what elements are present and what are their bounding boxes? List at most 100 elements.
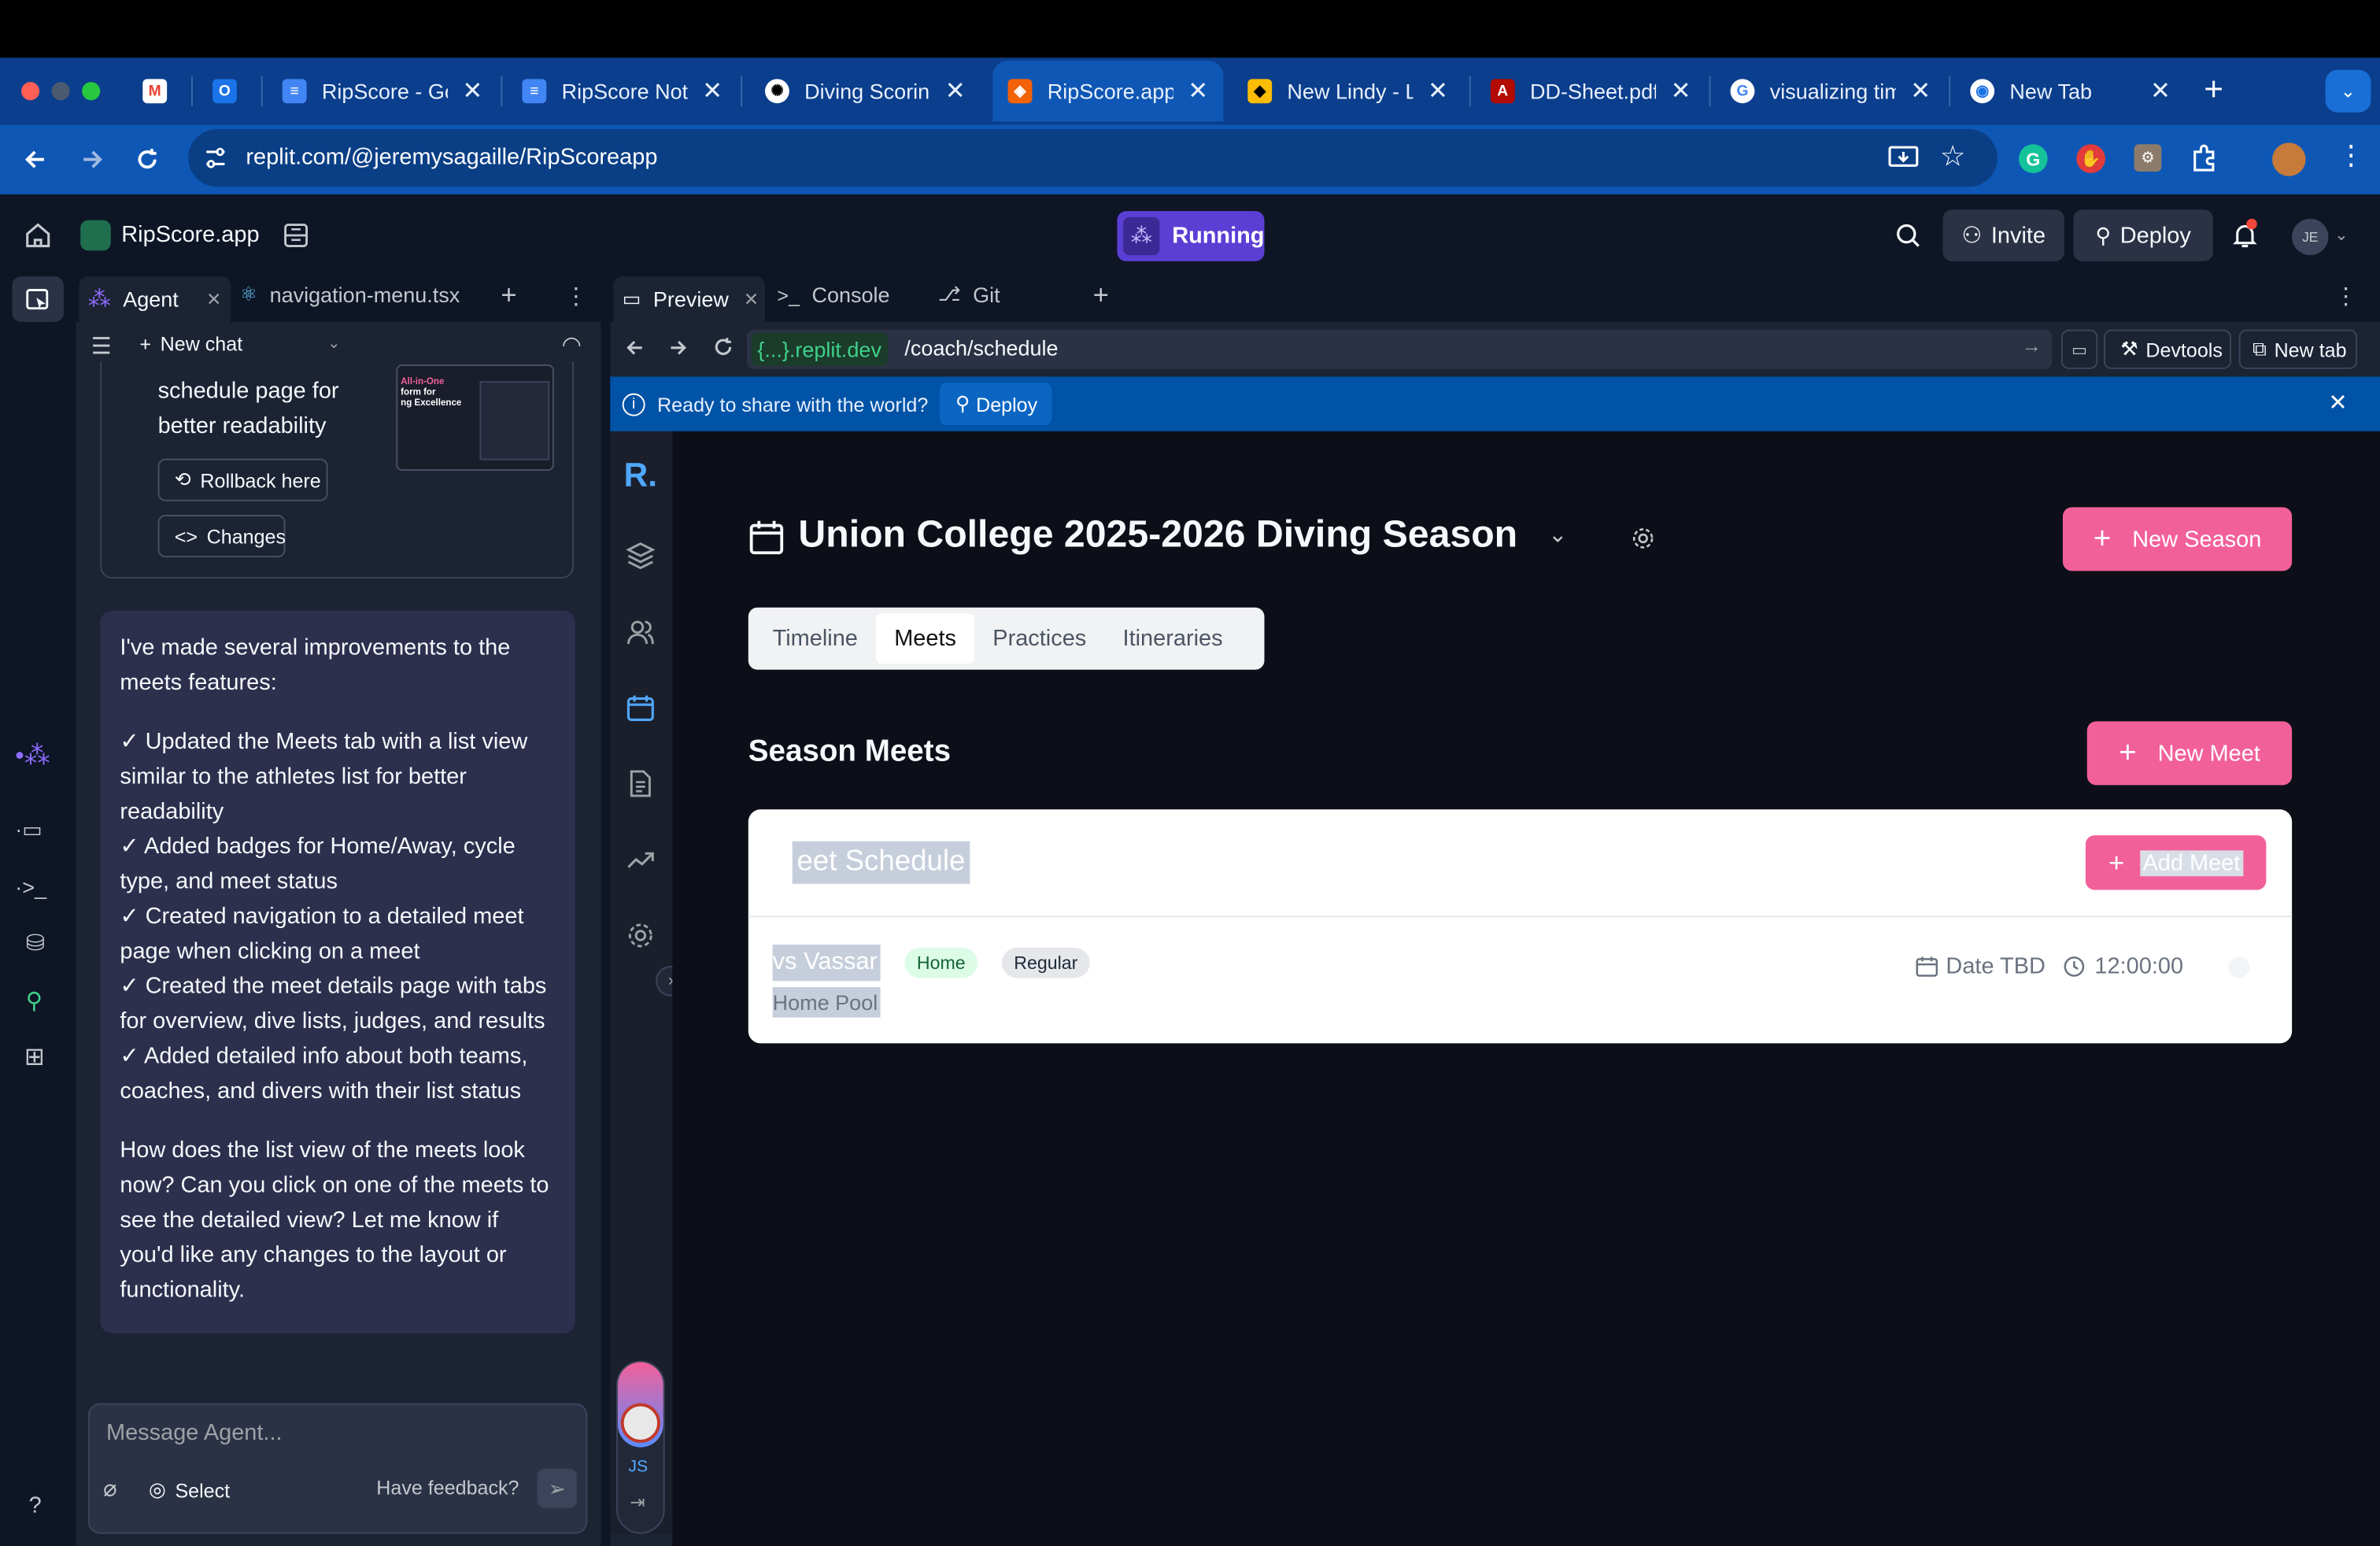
tab-menu-icon[interactable]: ⋮	[2334, 283, 2357, 310]
tab-timeline[interactable]: Timeline	[754, 613, 876, 664]
select-element-button[interactable]: ◎ Select	[149, 1478, 230, 1502]
tab-search-chevron-icon[interactable]: ⌄	[2325, 69, 2371, 113]
add-meet-button[interactable]: + Add Meet	[2085, 835, 2267, 890]
preview-path[interactable]: /coach/schedule	[904, 335, 1058, 360]
browser-tab-ripscore-docs[interactable]: ≡ RipScore - Goo ✕	[267, 64, 497, 118]
new-tab-plus-icon[interactable]: +	[2204, 70, 2223, 109]
close-icon[interactable]: ✕	[702, 76, 722, 106]
layers-icon[interactable]	[626, 541, 656, 571]
close-window-button[interactable]	[20, 82, 40, 101]
browser-tab-ripscore-notes[interactable]: ≡ RipScore Notes ✕	[507, 64, 737, 118]
open-new-tab-button[interactable]: ⧉ New tab	[2238, 329, 2358, 369]
search-icon[interactable]	[1894, 222, 1922, 250]
close-banner-icon[interactable]: ✕	[2328, 389, 2347, 416]
tab-preview[interactable]: ▭ Preview ✕	[613, 276, 765, 323]
browser-tab-diving-scoring[interactable]: ✺ Diving Scoring ✕	[750, 64, 981, 118]
browser-tab-new-tab[interactable]: ◉ New Tab ✕	[1955, 64, 2186, 118]
hubspot-extension-icon[interactable]: ⚙	[2134, 144, 2162, 172]
calendar-icon[interactable]	[626, 693, 656, 723]
tab-practices[interactable]: Practices	[974, 613, 1104, 664]
browser-tab-lindy[interactable]: ◆ New Lindy - Li ✕	[1232, 64, 1463, 118]
tab-agent[interactable]: ⁂ Agent ✕	[79, 276, 231, 323]
back-arrow-icon[interactable]	[624, 337, 645, 358]
agent-rail-icon[interactable]: •⁂	[15, 741, 50, 771]
shell-rail-icon[interactable]: ·>_	[15, 875, 46, 899]
new-meet-button[interactable]: + New Meet	[2086, 721, 2293, 786]
devtools-button[interactable]: ⚒ Devtools	[2103, 329, 2231, 369]
site-info-icon[interactable]	[203, 146, 227, 170]
tab-meets[interactable]: Meets	[876, 613, 975, 664]
close-icon[interactable]: ✕	[945, 76, 966, 106]
run-status-button[interactable]: ⁂ Running	[1117, 211, 1265, 261]
new-chat-button[interactable]: + New chat ⌄	[139, 333, 340, 356]
users-icon[interactable]	[626, 616, 656, 647]
tab-navigation-menu[interactable]: ⚛ navigation-menu.tsx	[240, 283, 460, 307]
preview-domain[interactable]: {...}.replit.dev	[751, 332, 888, 366]
maximize-window-button[interactable]	[82, 82, 101, 101]
rollback-button[interactable]: ⟲ Rollback here	[157, 458, 328, 501]
send-button[interactable]: ➢	[537, 1468, 577, 1508]
agent-settings-icon[interactable]: ◠	[562, 331, 582, 359]
season-chevron-down-icon[interactable]: ⌄	[1548, 521, 1567, 549]
user-avatar[interactable]: JE	[2292, 218, 2329, 256]
app-name[interactable]: RipScore.app	[121, 222, 259, 248]
chat-history-icon[interactable]: ☰	[91, 333, 112, 360]
new-season-button[interactable]: + New Season	[2062, 507, 2293, 571]
season-settings-gear-icon[interactable]	[1630, 526, 1656, 552]
message-input[interactable]: Message Agent...	[106, 1420, 283, 1446]
tab-menu-icon[interactable]: ⋮	[564, 283, 587, 310]
add-tab-icon[interactable]: +	[1093, 279, 1109, 312]
profile-avatar[interactable]	[2272, 142, 2306, 176]
extensions-puzzle-icon[interactable]	[2189, 142, 2219, 173]
back-arrow-icon[interactable]	[21, 146, 49, 173]
app-logo[interactable]: R.	[624, 456, 657, 495]
grammarly-extension-icon[interactable]: G	[2018, 144, 2048, 173]
browser-menu-icon[interactable]: ⋮	[2338, 139, 2365, 172]
tab-git[interactable]: ⎇ Git	[938, 283, 1000, 307]
tab-console[interactable]: >_ Console	[777, 283, 889, 307]
feedback-link[interactable]: Have feedback?	[376, 1476, 519, 1499]
attach-icon[interactable]: ⌀	[103, 1474, 116, 1502]
screenshot-thumbnail[interactable]: All-in-One form for ng Excellence	[396, 364, 554, 472]
settings-gear-icon[interactable]	[626, 920, 656, 951]
close-icon[interactable]: ✕	[1910, 76, 1931, 106]
close-icon[interactable]: ✕	[1428, 76, 1448, 106]
reload-icon[interactable]	[711, 335, 734, 358]
close-icon[interactable]: ✕	[2150, 76, 2171, 106]
repl-info-icon[interactable]	[283, 222, 310, 250]
forward-arrow-icon[interactable]	[668, 337, 689, 358]
browser-tab-gmail[interactable]: M	[128, 64, 188, 118]
close-icon[interactable]: ✕	[1188, 76, 1208, 106]
browser-tab-outlook[interactable]: O	[198, 64, 258, 118]
banner-deploy-button[interactable]: ⚲ Deploy	[940, 383, 1053, 426]
browser-tab-visualizing[interactable]: G visualizing tim ✕	[1715, 64, 1946, 118]
device-icon[interactable]: ▭	[2060, 329, 2098, 369]
panel-divider[interactable]	[601, 273, 611, 1546]
forward-arrow-icon[interactable]	[79, 146, 106, 173]
close-icon[interactable]: ✕	[206, 289, 221, 310]
database-icon[interactable]: ⛁	[26, 930, 45, 957]
reload-icon[interactable]	[134, 146, 161, 173]
browser-tab-dd-sheet[interactable]: A DD-Sheet.pdf ✕	[1476, 64, 1706, 118]
close-icon[interactable]: ✕	[462, 76, 482, 106]
logout-icon[interactable]: ⇥	[630, 1492, 645, 1513]
all-tools-grid-icon[interactable]: ⊞	[24, 1041, 45, 1072]
trending-icon[interactable]	[626, 845, 656, 875]
install-app-icon[interactable]	[1888, 144, 1919, 172]
bookmark-star-icon[interactable]: ☆	[1940, 139, 1966, 174]
help-icon[interactable]: ?	[29, 1492, 42, 1518]
go-arrow-icon[interactable]: →	[2022, 334, 2042, 357]
tab-itineraries[interactable]: Itineraries	[1104, 613, 1240, 664]
document-icon[interactable]	[626, 768, 656, 799]
home-icon[interactable]	[24, 222, 52, 250]
chevron-down-icon[interactable]: ⌄	[2334, 225, 2349, 244]
close-icon[interactable]: ✕	[1671, 76, 1691, 106]
browser-tab-ripscore-app[interactable]: ◈ RipScore.app - ✕	[992, 61, 1224, 122]
close-icon[interactable]: ✕	[744, 289, 759, 310]
deploy-button[interactable]: ⚲ Deploy	[2073, 209, 2213, 261]
webview-rail-icon[interactable]: ·▭	[15, 817, 42, 843]
changes-button[interactable]: <> Changes	[157, 515, 286, 558]
minimize-window-button[interactable]	[51, 82, 70, 101]
deployments-icon[interactable]: ⚲	[26, 987, 42, 1015]
hand-extension-icon[interactable]: ✋	[2076, 144, 2105, 173]
